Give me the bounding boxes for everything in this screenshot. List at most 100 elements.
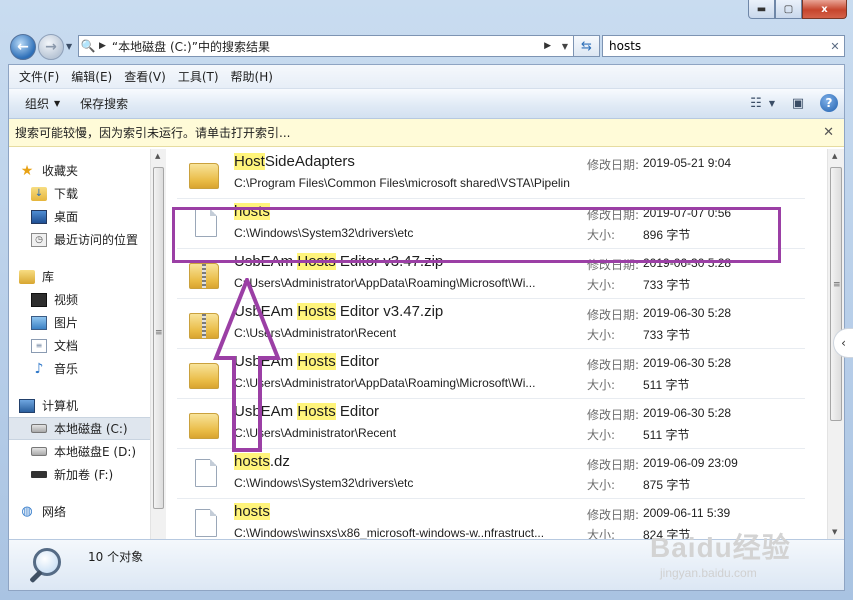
refresh-icon: ⇆ xyxy=(581,38,592,54)
organize-button[interactable]: 组织 ▼ xyxy=(15,95,70,112)
organize-label: 组织 xyxy=(25,97,50,111)
menu-tools[interactable]: 工具(T) xyxy=(172,68,225,85)
caption-buttons: ▬ ▢ x xyxy=(748,0,847,19)
address-dropdown-icon[interactable]: ▼ xyxy=(557,42,573,51)
sidebar-item-drive-f[interactable]: 新加卷 (F:) xyxy=(9,463,164,486)
hard-drive-icon xyxy=(31,447,47,456)
result-path: C:\Windows\winsxs\x86_microsoft-windows-… xyxy=(234,526,545,539)
modified-label: 修改日期: xyxy=(587,408,640,422)
file-icon xyxy=(195,459,217,487)
clear-search-icon[interactable]: ✕ xyxy=(826,40,844,53)
view-options-icon[interactable]: ☷ xyxy=(746,93,766,113)
sidebar-item-libraries[interactable]: 库 xyxy=(9,265,164,288)
folder-icon xyxy=(189,163,219,189)
search-match-highlight: hosts xyxy=(234,453,270,470)
sidebar-item-favorites[interactable]: ★ 收藏夹 xyxy=(9,159,164,182)
search-box[interactable]: ✕ xyxy=(602,35,845,57)
sidebar-item-desktop[interactable]: 桌面 xyxy=(9,205,164,228)
sidebar-item-recent-places[interactable]: ◷ 最近访问的位置 xyxy=(9,228,164,251)
search-match-highlight: Hosts xyxy=(297,353,336,370)
result-path: C:\Windows\System32\drivers\etc xyxy=(234,476,414,490)
scrollbar-thumb[interactable] xyxy=(153,167,164,509)
star-icon: ★ xyxy=(20,162,34,179)
search-folder-icon: 🔍 xyxy=(80,39,96,53)
sidebar-item-computer[interactable]: 计算机 xyxy=(9,394,164,417)
sidebar-item-videos[interactable]: 视频 xyxy=(9,288,164,311)
watermark-logo: Baidu经验 xyxy=(650,532,791,563)
help-icon[interactable]: ? xyxy=(820,94,838,112)
sidebar-item-label: 收藏夹 xyxy=(42,164,79,178)
size-value: 511 字节 xyxy=(643,428,690,442)
scroll-up-icon[interactable]: ▲ xyxy=(155,152,160,160)
refresh-button[interactable]: ⇆ xyxy=(574,35,600,57)
result-path: C:\Users\Administrator\AppData\Roaming\M… xyxy=(234,376,536,390)
recent-places-icon: ◷ xyxy=(31,232,47,247)
menu-view[interactable]: 查看(V) xyxy=(118,68,172,85)
sidebar-item-label: 下载 xyxy=(54,187,79,201)
file-icon xyxy=(195,509,217,537)
size-value: 511 字节 xyxy=(643,378,690,392)
sidebar-item-downloads[interactable]: ↓ 下载 xyxy=(9,182,164,205)
close-button[interactable]: x xyxy=(802,0,847,19)
menu-file[interactable]: 文件(F) xyxy=(13,68,65,85)
computer-group: 计算机 本地磁盘 (C:) 本地磁盘E (D:) 新加卷 (F:) xyxy=(9,394,164,486)
size-value: 733 字节 xyxy=(643,328,691,342)
item-count: 10 个对象 xyxy=(88,550,144,564)
result-row[interactable]: HostSideAdapters C:\Program Files\Common … xyxy=(177,149,805,199)
navigation-row: ← → ▼ 🔍 ▶ “本地磁盘 (C:)”中的搜索结果 ▶ ▼ ⇆ ✕ xyxy=(8,32,845,60)
address-path[interactable]: “本地磁盘 (C:)”中的搜索结果 xyxy=(112,38,542,55)
result-path: C:\Users\Administrator\Recent xyxy=(234,426,397,440)
close-icon[interactable]: ✕ xyxy=(823,125,834,140)
sidebar-item-network[interactable]: ◍ 网络 xyxy=(9,500,164,523)
menu-help[interactable]: 帮助(H) xyxy=(225,68,279,85)
chevron-right-icon[interactable]: ▶ xyxy=(99,41,106,51)
search-match-highlight: hosts xyxy=(234,503,270,520)
sidebar-item-music[interactable]: ♪ 音乐 xyxy=(9,357,164,380)
modified-label: 修改日期: xyxy=(587,358,640,372)
back-button[interactable]: ← xyxy=(10,34,36,60)
result-name[interactable]: hosts xyxy=(234,503,270,520)
navigation-pane-scrollbar[interactable]: ▲ xyxy=(150,149,166,539)
preview-pane-icon[interactable]: ▣ xyxy=(788,93,808,113)
scroll-up-icon[interactable]: ▲ xyxy=(832,152,837,160)
forward-button[interactable]: → xyxy=(38,34,64,60)
search-match-highlight: Hosts xyxy=(297,403,336,420)
hard-drive-icon xyxy=(31,424,47,433)
search-input[interactable] xyxy=(609,39,826,53)
caret-down-icon: ▼ xyxy=(54,99,61,108)
sidebar-item-label: 视频 xyxy=(54,293,79,307)
chevron-right-icon[interactable]: ▶ xyxy=(544,41,551,51)
result-name[interactable]: hosts.dz xyxy=(234,453,290,470)
name-suffix: Editor xyxy=(335,353,380,370)
menu-edit[interactable]: 编辑(E) xyxy=(65,68,118,85)
modified-value: 2019-06-30 5:28 xyxy=(643,406,732,420)
sidebar-item-drive-c[interactable]: 本地磁盘 (C:) xyxy=(9,417,164,440)
forward-arrow-icon: → xyxy=(45,39,57,55)
index-info-bar[interactable]: 搜索可能较慢，因为索引未运行。请单击打开索引... ✕ xyxy=(9,119,844,147)
favorites-group: ★ 收藏夹 ↓ 下载 桌面 ◷ 最近访问的位置 xyxy=(9,159,164,251)
save-search-button[interactable]: 保存搜索 xyxy=(70,95,138,112)
name-suffix: Editor v3.47.zip xyxy=(335,303,444,320)
menu-bar: 文件(F) 编辑(E) 查看(V) 工具(T) 帮助(H) xyxy=(9,65,844,89)
modified-value: 2019-05-21 9:04 xyxy=(643,156,732,170)
view-dropdown-icon[interactable]: ▼ xyxy=(768,93,776,113)
sidebar-item-drive-d[interactable]: 本地磁盘E (D:) xyxy=(9,440,164,463)
sidebar-item-label: 桌面 xyxy=(54,210,79,224)
annotation-up-arrow xyxy=(213,278,281,452)
name-suffix: SideAdapters xyxy=(264,153,355,170)
music-note-icon: ♪ xyxy=(34,360,44,377)
sidebar-item-label: 音乐 xyxy=(54,362,79,376)
command-bar-right: ☷ ▼ ▣ ? xyxy=(746,93,838,113)
result-row[interactable]: hosts.dz C:\Windows\System32\drivers\etc 修… xyxy=(177,449,805,499)
result-name[interactable]: HostSideAdapters xyxy=(234,153,355,170)
minimize-button[interactable]: ▬ xyxy=(748,0,775,19)
pictures-library-icon xyxy=(31,315,47,330)
video-library-icon xyxy=(31,292,47,307)
name-suffix: .dz xyxy=(269,453,290,470)
sidebar-item-pictures[interactable]: 图片 xyxy=(9,311,164,334)
scrollbar-thumb[interactable] xyxy=(830,167,842,421)
recent-pages-dropdown[interactable]: ▼ xyxy=(66,42,72,51)
sidebar-item-documents[interactable]: ≡ 文档 xyxy=(9,334,164,357)
maximize-button[interactable]: ▢ xyxy=(775,0,802,19)
address-bar[interactable]: 🔍 ▶ “本地磁盘 (C:)”中的搜索结果 ▶ ▼ xyxy=(78,35,574,57)
